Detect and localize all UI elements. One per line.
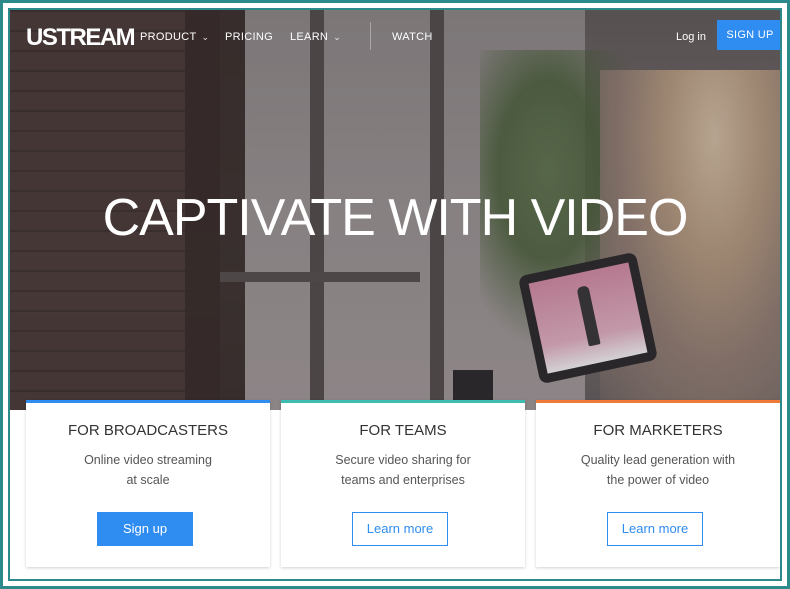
nav-item-label: PRODUCT (140, 31, 197, 43)
nav-item-label: WATCH (392, 31, 433, 43)
card-description-line: teams and enterprises (341, 473, 465, 487)
hero-headline: CAPTIVATE WITH VIDEO (102, 189, 689, 247)
nav-item-label: PRICING (225, 31, 273, 43)
marketers-learn-more-button[interactable]: Learn more (607, 512, 703, 546)
broadcasters-signup-button[interactable]: Sign up (97, 512, 193, 546)
card-title: FOR MARKETERS (593, 422, 723, 439)
ustream-logo[interactable]: USTREAM (26, 24, 136, 52)
hero-section: USTREAM PRODUCT ⌄ PRICING LEARN ⌄ WATCH Lo… (10, 10, 780, 410)
login-link[interactable]: Log in (676, 31, 706, 43)
card-description-line: at scale (126, 473, 170, 487)
nav-item-label: LEARN (290, 31, 329, 43)
card-broadcasters: FOR BROADCASTERS Online video streaming a… (26, 400, 270, 567)
top-navigation: USTREAM PRODUCT ⌄ PRICING LEARN ⌄ WATCH Lo… (10, 10, 780, 60)
card-accent-bar (536, 400, 780, 403)
card-marketers: FOR MARKETERS Quality lead generation wi… (536, 400, 780, 567)
nav-item-pricing[interactable]: PRICING (225, 31, 273, 43)
card-title: FOR BROADCASTERS (67, 422, 229, 439)
teams-learn-more-button[interactable]: Learn more (352, 512, 448, 546)
nav-item-learn[interactable]: LEARN ⌄ (290, 31, 341, 43)
nav-divider (370, 22, 371, 50)
card-accent-bar (281, 400, 525, 403)
signup-button[interactable]: SIGN UP (717, 20, 780, 50)
card-accent-bar (26, 400, 270, 403)
card-description-line: Quality lead generation with (580, 453, 736, 467)
card-description-line: the power of video (606, 473, 710, 487)
card-description: Quality lead generation with the power of… (570, 450, 746, 490)
card-description-line: Secure video sharing for (335, 453, 471, 467)
page-viewport: USTREAM PRODUCT ⌄ PRICING LEARN ⌄ WATCH Lo… (8, 8, 782, 581)
card-description: Secure video sharing for teams and enterp… (315, 450, 491, 490)
chevron-down-icon: ⌄ (333, 32, 342, 42)
card-description: Online video streaming at scale (60, 450, 236, 490)
card-teams: FOR TEAMS Secure video sharing for teams … (281, 400, 525, 567)
card-description-line: Online video streaming (84, 453, 212, 467)
nav-item-product[interactable]: PRODUCT ⌄ (140, 31, 209, 43)
card-title: FOR TEAMS (359, 422, 447, 439)
nav-item-watch[interactable]: WATCH (392, 31, 433, 43)
chevron-down-icon: ⌄ (201, 32, 210, 42)
